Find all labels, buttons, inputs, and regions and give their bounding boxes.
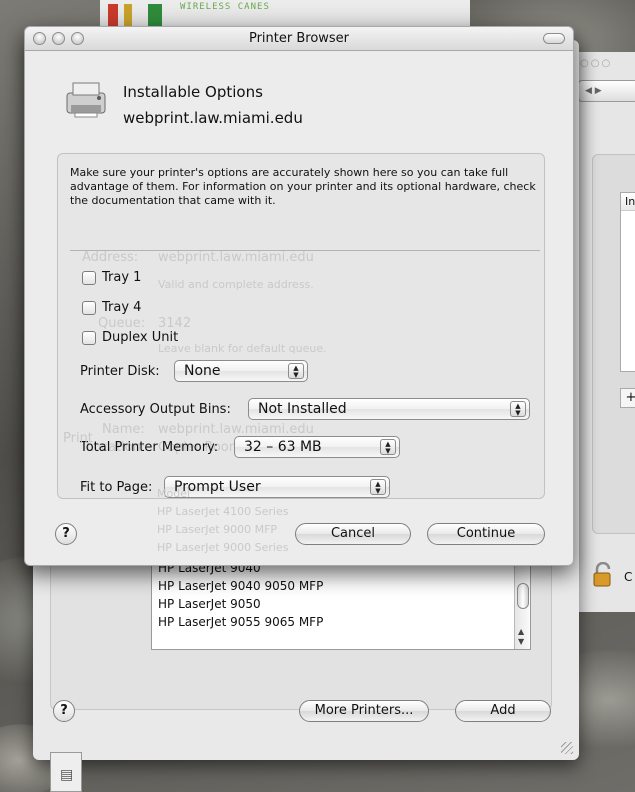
duplex-unit-checkbox[interactable]: Duplex Unit — [82, 330, 178, 345]
resize-grip[interactable] — [561, 742, 573, 754]
printer-disk-popup[interactable]: None ▲ ▼ — [174, 360, 308, 382]
ghost-queue-value: 3142 — [158, 316, 192, 331]
checkbox-icon[interactable] — [82, 300, 96, 315]
popup-arrows-icon: ▲ ▼ — [370, 479, 386, 495]
lock-icon[interactable] — [592, 561, 614, 594]
list-item[interactable]: HP LaserJet 9050 — [152, 595, 530, 613]
ghost-queue-hint: Leave blank for default queue. — [158, 342, 327, 355]
popup-arrows-icon: ▲ ▼ — [510, 401, 526, 417]
printer-hostname: webprint.law.miami.edu — [123, 109, 303, 127]
disk-icon: ▤ — [50, 752, 82, 792]
add-button[interactable]: Add — [455, 700, 551, 722]
banner-logo-text: WIRELESS CANES — [180, 2, 270, 12]
ghost-queue-label: Queue: — [98, 316, 146, 331]
ghost-model-2: HP LaserJet 9000 MFP — [157, 523, 278, 536]
list-item[interactable]: HP LaserJet 9040 9050 MFP — [152, 577, 530, 595]
ghost-model-1: HP LaserJet 4100 Series — [157, 505, 289, 518]
accessory-output-bins-popup[interactable]: Not Installed ▲ ▼ — [248, 398, 530, 420]
add-plus-button[interactable]: + — [620, 388, 635, 408]
drive-icon: ▤ — [60, 767, 74, 783]
continue-button[interactable]: Continue — [427, 523, 545, 545]
scrollbar-thumb[interactable] — [517, 583, 529, 609]
help-button[interactable]: ? — [55, 523, 77, 545]
fit-to-page-popup[interactable]: Prompt User ▲ ▼ — [164, 476, 390, 498]
checkbox-icon[interactable] — [82, 330, 96, 345]
ghost-model-header: Model — [157, 487, 191, 500]
total-printer-memory-popup[interactable]: 32 – 63 MB ▲ ▼ — [234, 436, 400, 458]
ghost-address-hint: Valid and complete address. — [158, 278, 314, 291]
cancel-button[interactable]: Cancel — [295, 523, 411, 545]
banner-logo-mark — [124, 4, 132, 26]
popup-arrows-icon: ▲ ▼ — [288, 363, 304, 379]
right-table-header[interactable]: In — [621, 193, 635, 211]
printer-icon — [66, 82, 106, 118]
help-button[interactable]: ? — [53, 700, 75, 722]
tray-4-checkbox[interactable]: Tray 4 — [82, 300, 141, 315]
ghost-name-label: Name: — [102, 422, 145, 437]
installable-options-sheet: Printer Browser Installable Options webp… — [24, 26, 574, 566]
window-controls-icon: ○○○ — [580, 58, 613, 69]
more-printers-button[interactable]: More Printers... — [299, 700, 429, 722]
printer-disk-label: Printer Disk: — [80, 364, 160, 379]
sheet-heading: Installable Options — [123, 83, 263, 101]
duplex-unit-label: Duplex Unit — [102, 330, 179, 345]
banner-logo-mark — [148, 4, 162, 26]
banner-logo-mark — [108, 4, 118, 26]
tray-1-checkbox[interactable]: Tray 1 — [82, 270, 141, 285]
accessory-output-bins-value: Not Installed — [258, 401, 347, 417]
instructions-text: Make sure your printer's options are acc… — [70, 166, 536, 207]
lock-label: C — [624, 570, 633, 584]
list-item[interactable]: HP LaserJet 9055 9065 MFP — [152, 613, 530, 631]
list-scrollbar[interactable]: ▲ ▼ — [514, 559, 530, 649]
printer-model-list[interactable]: HP LaserJet 9040 HP LaserJet 9040 9050 M… — [151, 558, 531, 650]
scroll-arrows-icon[interactable]: ▲ ▼ — [518, 627, 524, 647]
printer-disk-value: None — [184, 363, 221, 379]
accessory-output-bins-label: Accessory Output Bins: — [80, 402, 231, 417]
fit-to-page-label: Fit to Page: — [80, 480, 153, 495]
ghost-address-value: webprint.law.miami.edu — [158, 250, 314, 265]
right-table: In — [620, 192, 635, 372]
ghost-name-value: webprint.law.miami.edu — [158, 422, 314, 437]
tray-4-label: Tray 4 — [102, 300, 142, 315]
window-title: Printer Browser — [248, 31, 350, 46]
options-group-box: Make sure your printer's options are acc… — [57, 153, 545, 499]
back-forward-control[interactable]: ◀ ▶ — [578, 80, 635, 102]
checkbox-icon[interactable] — [82, 270, 96, 285]
popup-arrows-icon: ▲ ▼ — [380, 439, 396, 455]
tray-1-label: Tray 1 — [102, 270, 142, 285]
ghost-model-3: HP LaserJet 9000 Series — [157, 541, 289, 554]
total-printer-memory-value: 32 – 63 MB — [244, 439, 322, 455]
ghost-address-label: Address: — [82, 250, 139, 265]
lock-icon-svg — [593, 561, 611, 587]
title-bar: Printer Browser — [25, 27, 573, 51]
total-printer-memory-label: Total Printer Memory: — [80, 440, 219, 455]
ghost-print-label: Print — [63, 431, 93, 446]
toolbar-toggle-icon[interactable] — [543, 33, 565, 44]
